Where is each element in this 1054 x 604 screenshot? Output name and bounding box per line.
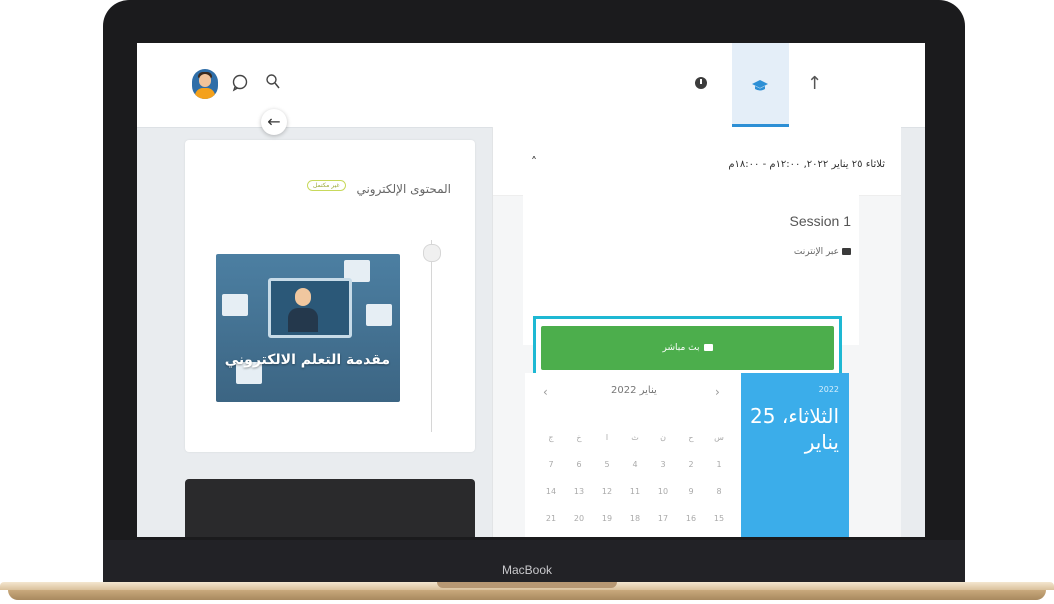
chevron-left-icon[interactable]: ‹	[543, 385, 548, 399]
top-bar: ↑	[137, 43, 925, 128]
weekday-header: ح	[688, 433, 694, 442]
session-mode: عبر الإنترنت	[794, 247, 851, 257]
device-brand-label: MacBook	[501, 563, 553, 577]
chevron-up-icon[interactable]: ˄	[531, 155, 537, 169]
calendar-day[interactable]: 2	[677, 460, 705, 469]
tab-courses[interactable]	[732, 43, 789, 127]
calendar-day[interactable]: 9	[677, 487, 705, 496]
chat-icon[interactable]	[231, 74, 249, 96]
scroll-handle[interactable]	[423, 244, 441, 262]
calendar-day[interactable]: 12	[593, 487, 621, 496]
calendar-day[interactable]: 20	[565, 514, 593, 523]
user-avatar[interactable]	[192, 69, 218, 99]
video-camera-icon	[703, 344, 713, 351]
live-stream-label: بث مباشر	[662, 343, 700, 353]
laptop-base	[0, 582, 1054, 604]
calendar-day[interactable]: 10	[649, 487, 677, 496]
selected-date-panel: 2022 الثلاثاء، 25 يناير	[741, 373, 849, 537]
calendar-week: 21 20 19 18 17 16 15	[537, 506, 733, 533]
calendar-week: 7654321	[537, 452, 733, 479]
thumbnail-title: مقدمة التعلم الالكتروني	[224, 352, 390, 368]
calendar-day[interactable]: 6	[565, 460, 593, 469]
calendar-day[interactable]: 14	[537, 487, 565, 496]
calendar-day[interactable]: 11	[621, 487, 649, 496]
video-camera-icon	[842, 248, 851, 255]
weekday-header: س	[714, 433, 724, 442]
selected-date: الثلاثاء، 25 يناير	[750, 404, 839, 454]
search-icon[interactable]	[265, 73, 281, 95]
course-thumbnail[interactable]: مقدمة التعلم الالكتروني	[216, 254, 400, 402]
clock-icon[interactable]	[695, 77, 707, 89]
arrow-left-icon: ←	[267, 112, 281, 131]
laptop-chin	[103, 540, 965, 584]
calendar-day[interactable]: 3	[649, 460, 677, 469]
session-title: Session 1	[789, 213, 851, 229]
calendar-month: يناير 2022	[611, 385, 657, 396]
calendar-day[interactable]: 8	[705, 487, 733, 496]
calendar-day[interactable]: 15	[705, 514, 733, 523]
e-content-card: المحتوى الإلكتروني غير مكتمل مقدمة التعل…	[185, 140, 475, 452]
scroll-track[interactable]	[431, 240, 432, 432]
calendar-day[interactable]: 4	[621, 460, 649, 469]
selected-year: 2022	[818, 385, 839, 394]
calendar-day[interactable]: 18	[621, 514, 649, 523]
calendar-day[interactable]: 13	[565, 487, 593, 496]
session-datetime: ثلاثاء ٢٥ يناير ٢٠٢٢, ١٢:٠٠م - ١٨:٠٠م	[728, 159, 885, 170]
calendar-day[interactable]: 19	[593, 514, 621, 523]
weekday-header: ن	[660, 433, 666, 442]
calendar-day[interactable]: 16	[677, 514, 705, 523]
chevron-right-icon[interactable]: ›	[715, 385, 720, 399]
back-button[interactable]: ←	[261, 109, 287, 135]
session-date-row[interactable]: ˄ ثلاثاء ٢٥ يناير ٢٠٢٢, ١٢:٠٠م - ١٨:٠٠م	[493, 127, 901, 196]
calendar-grid: جخاثنحس 7654321 14 13 12 11 10 9 8 21 20 19 18 17 1…	[537, 425, 733, 533]
calendar-day[interactable]: 17	[649, 514, 677, 523]
calendar-day[interactable]: 21	[537, 514, 565, 523]
calendar: ‹ يناير 2022 › جخاثنحس 7654321 14 13 12 11 1…	[525, 373, 849, 537]
weekday-header: خ	[576, 433, 582, 442]
graduation-cap-icon	[752, 77, 768, 91]
status-badge: غير مكتمل	[307, 180, 346, 191]
live-stream-button[interactable]: بث مباشر	[541, 326, 834, 370]
weekday-header: ث	[631, 433, 639, 442]
weekday-header: ج	[548, 433, 554, 442]
weekday-header-row: جخاثنحس	[537, 425, 733, 452]
arrow-up-icon[interactable]: ↑	[807, 73, 822, 94]
session-mode-label: عبر الإنترنت	[793, 247, 839, 257]
live-button-highlight: بث مباشر	[533, 316, 842, 379]
calendar-day[interactable]: 5	[593, 460, 621, 469]
video-card[interactable]	[185, 479, 475, 537]
app-screen: ↑ ← المحتوى الإلكتروني غير مكتمل مقدمة ا…	[137, 43, 925, 537]
content-title: المحتوى الإلكتروني	[356, 182, 451, 196]
weekday-header: ا	[605, 433, 609, 442]
calendar-day[interactable]: 7	[537, 460, 565, 469]
calendar-week: 14 13 12 11 10 9 8	[537, 479, 733, 506]
calendar-day[interactable]: 1	[705, 460, 733, 469]
session-panel: ˄ ثلاثاء ٢٥ يناير ٢٠٢٢, ١٢:٠٠م - ١٨:٠٠م …	[492, 127, 901, 537]
